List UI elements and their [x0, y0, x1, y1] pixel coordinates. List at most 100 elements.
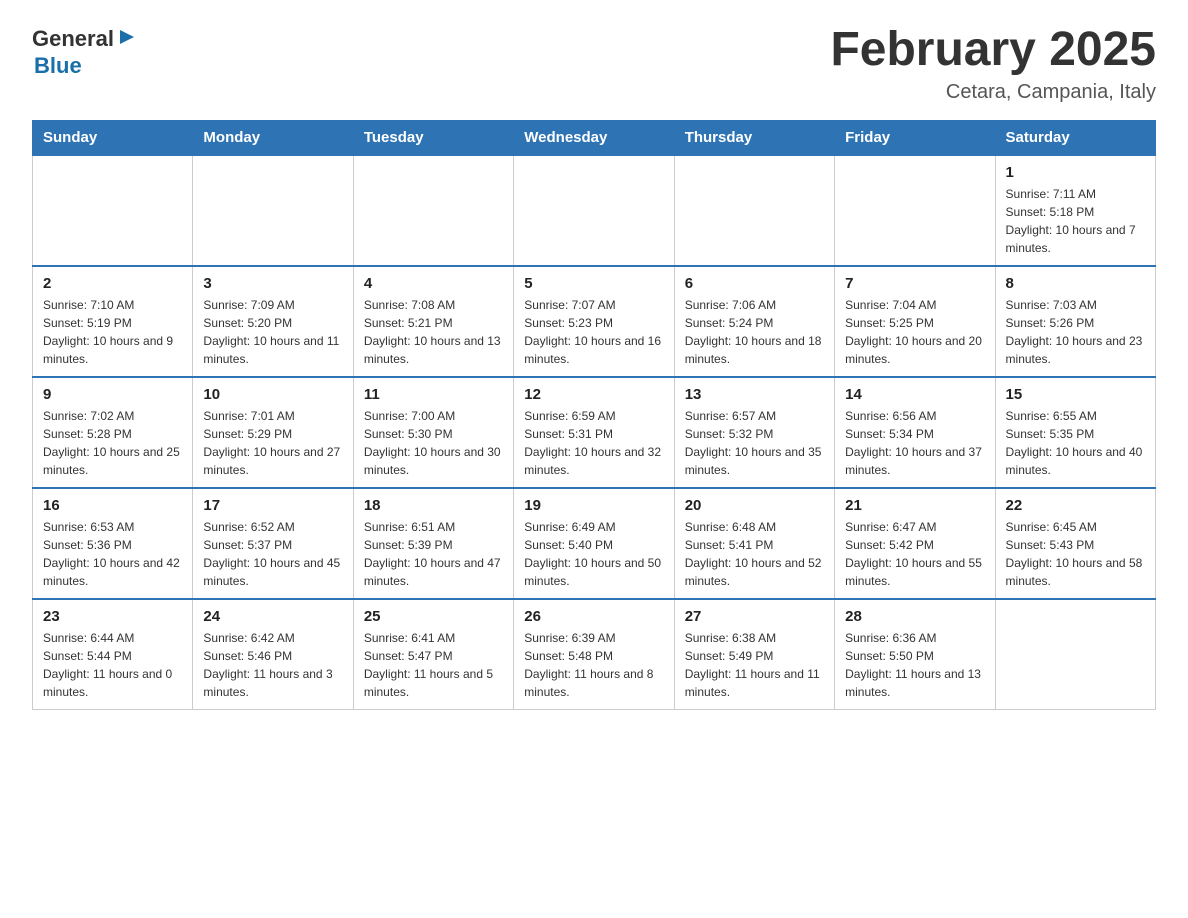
logo-arrow-icon	[116, 26, 138, 48]
day-info: Sunrise: 6:57 AM Sunset: 5:32 PM Dayligh…	[685, 407, 824, 479]
day-cell: 4 Sunrise: 7:08 AM Sunset: 5:21 PM Daylig…	[353, 266, 513, 377]
day-cell: 5Sunrise: 7:07 AM Sunset: 5:23 PM Daylig…	[514, 266, 674, 377]
day-cell: 2 Sunrise: 7:10 AM Sunset: 5:19 PM Daylig…	[33, 266, 193, 377]
day-cell: 12Sunrise: 6:59 AM Sunset: 5:31 PM Dayli…	[514, 377, 674, 488]
day-number: 21	[845, 497, 984, 514]
day-cell: 18 Sunrise: 6:51 AM Sunset: 5:39 PM Dayli…	[353, 488, 513, 599]
day-number: 17	[203, 497, 342, 514]
logo: General Blue	[32, 24, 138, 79]
title-section: February 2025 Cetara, Campania, Italy	[830, 24, 1156, 104]
day-number: 15	[1006, 386, 1145, 403]
day-cell: 27 Sunrise: 6:38 AM Sunset: 5:49 PM Dayli…	[674, 599, 834, 710]
header-wednesday: Wednesday	[514, 120, 674, 155]
day-info: Sunrise: 7:11 AM Sunset: 5:18 PM Dayligh…	[1006, 185, 1145, 257]
day-number: 11	[364, 386, 503, 403]
day-info: Sunrise: 6:47 AM Sunset: 5:42 PM Dayligh…	[845, 518, 984, 590]
day-info: Sunrise: 7:01 AM Sunset: 5:29 PM Dayligh…	[203, 407, 342, 479]
day-info: Sunrise: 6:44 AM Sunset: 5:44 PM Dayligh…	[43, 629, 182, 701]
day-cell: 14 Sunrise: 6:56 AM Sunset: 5:34 PM Dayli…	[835, 377, 995, 488]
day-number: 27	[685, 608, 824, 625]
day-info: Sunrise: 6:41 AM Sunset: 5:47 PM Dayligh…	[364, 629, 503, 701]
day-number: 14	[845, 386, 984, 403]
day-number: 8	[1006, 275, 1145, 292]
day-cell: 22 Sunrise: 6:45 AM Sunset: 5:43 PM Dayli…	[995, 488, 1155, 599]
day-info: Sunrise: 7:08 AM Sunset: 5:21 PM Dayligh…	[364, 296, 503, 368]
header-row: SundayMondayTuesdayWednesdayThursdayFrid…	[33, 120, 1156, 155]
logo-general: General	[32, 26, 114, 52]
day-info: Sunrise: 7:00 AM Sunset: 5:30 PM Dayligh…	[364, 407, 503, 479]
day-info: Sunrise: 6:38 AM Sunset: 5:49 PM Dayligh…	[685, 629, 824, 701]
day-number: 4	[364, 275, 503, 292]
day-info: Sunrise: 6:45 AM Sunset: 5:43 PM Dayligh…	[1006, 518, 1145, 590]
location-subtitle: Cetara, Campania, Italy	[830, 81, 1156, 104]
day-cell: 17 Sunrise: 6:52 AM Sunset: 5:37 PM Dayli…	[193, 488, 353, 599]
day-cell	[193, 155, 353, 266]
day-info: Sunrise: 7:06 AM Sunset: 5:24 PM Dayligh…	[685, 296, 824, 368]
week-row-2: 2 Sunrise: 7:10 AM Sunset: 5:19 PM Daylig…	[33, 266, 1156, 377]
header-tuesday: Tuesday	[353, 120, 513, 155]
header-thursday: Thursday	[674, 120, 834, 155]
day-cell	[33, 155, 193, 266]
day-info: Sunrise: 6:39 AM Sunset: 5:48 PM Dayligh…	[524, 629, 663, 701]
day-info: Sunrise: 7:02 AM Sunset: 5:28 PM Dayligh…	[43, 407, 182, 479]
day-number: 26	[524, 608, 663, 625]
header-saturday: Saturday	[995, 120, 1155, 155]
day-info: Sunrise: 6:42 AM Sunset: 5:46 PM Dayligh…	[203, 629, 342, 701]
day-cell: 8 Sunrise: 7:03 AM Sunset: 5:26 PM Daylig…	[995, 266, 1155, 377]
day-number: 16	[43, 497, 182, 514]
day-cell: 28 Sunrise: 6:36 AM Sunset: 5:50 PM Dayli…	[835, 599, 995, 710]
day-cell: 15 Sunrise: 6:55 AM Sunset: 5:35 PM Dayli…	[995, 377, 1155, 488]
day-cell	[514, 155, 674, 266]
day-number: 19	[524, 497, 663, 514]
day-cell: 11 Sunrise: 7:00 AM Sunset: 5:30 PM Dayli…	[353, 377, 513, 488]
week-row-3: 9 Sunrise: 7:02 AM Sunset: 5:28 PM Daylig…	[33, 377, 1156, 488]
header: General Blue February 2025 Cetara, Campa…	[32, 24, 1156, 104]
day-number: 3	[203, 275, 342, 292]
day-number: 10	[203, 386, 342, 403]
day-cell: 23 Sunrise: 6:44 AM Sunset: 5:44 PM Dayli…	[33, 599, 193, 710]
day-number: 2	[43, 275, 182, 292]
day-cell: 1 Sunrise: 7:11 AM Sunset: 5:18 PM Daylig…	[995, 155, 1155, 266]
day-cell: 7 Sunrise: 7:04 AM Sunset: 5:25 PM Daylig…	[835, 266, 995, 377]
day-number: 23	[43, 608, 182, 625]
day-cell: 20Sunrise: 6:48 AM Sunset: 5:41 PM Dayli…	[674, 488, 834, 599]
day-number: 28	[845, 608, 984, 625]
day-info: Sunrise: 6:56 AM Sunset: 5:34 PM Dayligh…	[845, 407, 984, 479]
day-cell: 24 Sunrise: 6:42 AM Sunset: 5:46 PM Dayli…	[193, 599, 353, 710]
day-number: 6	[685, 275, 824, 292]
day-info: Sunrise: 6:51 AM Sunset: 5:39 PM Dayligh…	[364, 518, 503, 590]
day-cell: 26 Sunrise: 6:39 AM Sunset: 5:48 PM Dayli…	[514, 599, 674, 710]
day-info: Sunrise: 6:36 AM Sunset: 5:50 PM Dayligh…	[845, 629, 984, 701]
day-number: 7	[845, 275, 984, 292]
day-number: 24	[203, 608, 342, 625]
header-sunday: Sunday	[33, 120, 193, 155]
day-number: 22	[1006, 497, 1145, 514]
month-title: February 2025	[830, 24, 1156, 77]
day-number: 12	[524, 386, 663, 403]
day-cell: 6 Sunrise: 7:06 AM Sunset: 5:24 PM Daylig…	[674, 266, 834, 377]
day-cell: 25Sunrise: 6:41 AM Sunset: 5:47 PM Dayli…	[353, 599, 513, 710]
calendar-table: SundayMondayTuesdayWednesdayThursdayFrid…	[32, 120, 1156, 710]
day-cell: 13Sunrise: 6:57 AM Sunset: 5:32 PM Dayli…	[674, 377, 834, 488]
day-info: Sunrise: 6:55 AM Sunset: 5:35 PM Dayligh…	[1006, 407, 1145, 479]
day-cell	[674, 155, 834, 266]
day-info: Sunrise: 7:03 AM Sunset: 5:26 PM Dayligh…	[1006, 296, 1145, 368]
day-number: 20	[685, 497, 824, 514]
week-row-1: 1 Sunrise: 7:11 AM Sunset: 5:18 PM Daylig…	[33, 155, 1156, 266]
day-number: 18	[364, 497, 503, 514]
day-info: Sunrise: 6:49 AM Sunset: 5:40 PM Dayligh…	[524, 518, 663, 590]
day-info: Sunrise: 6:52 AM Sunset: 5:37 PM Dayligh…	[203, 518, 342, 590]
week-row-4: 16 Sunrise: 6:53 AM Sunset: 5:36 PM Dayli…	[33, 488, 1156, 599]
day-number: 1	[1006, 164, 1145, 181]
day-cell: 10 Sunrise: 7:01 AM Sunset: 5:29 PM Dayli…	[193, 377, 353, 488]
day-cell: 16 Sunrise: 6:53 AM Sunset: 5:36 PM Dayli…	[33, 488, 193, 599]
header-monday: Monday	[193, 120, 353, 155]
week-row-5: 23 Sunrise: 6:44 AM Sunset: 5:44 PM Dayli…	[33, 599, 1156, 710]
header-friday: Friday	[835, 120, 995, 155]
day-info: Sunrise: 6:53 AM Sunset: 5:36 PM Dayligh…	[43, 518, 182, 590]
day-cell	[995, 599, 1155, 710]
day-cell: 19 Sunrise: 6:49 AM Sunset: 5:40 PM Dayli…	[514, 488, 674, 599]
day-info: Sunrise: 7:04 AM Sunset: 5:25 PM Dayligh…	[845, 296, 984, 368]
day-number: 9	[43, 386, 182, 403]
day-info: Sunrise: 7:10 AM Sunset: 5:19 PM Dayligh…	[43, 296, 182, 368]
